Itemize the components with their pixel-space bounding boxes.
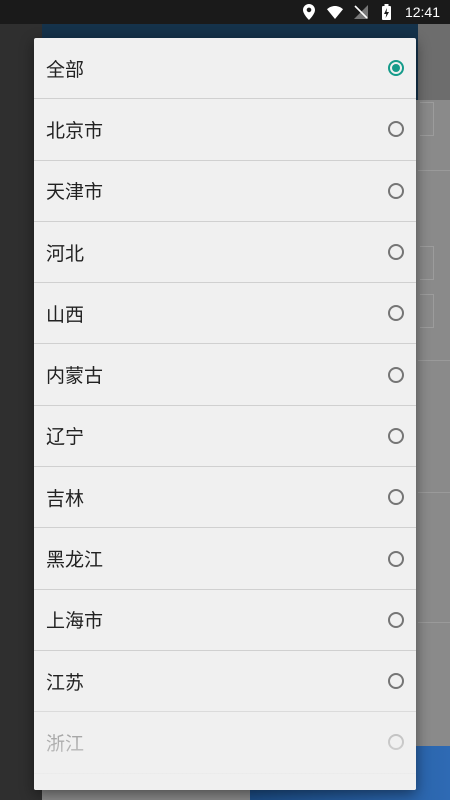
- option-label: 江苏: [46, 671, 85, 694]
- option-label: 北京市: [46, 119, 104, 142]
- option-label: 吉林: [46, 487, 85, 510]
- background-toolbar-edge: [418, 24, 450, 100]
- option-label: 黑龙江: [46, 549, 104, 572]
- radio-unchecked-icon[interactable]: [388, 366, 404, 383]
- radio-unchecked-icon[interactable]: [388, 673, 404, 690]
- background-field: [420, 246, 434, 280]
- location-icon: [301, 4, 317, 20]
- option-item[interactable]: 吉林: [34, 467, 416, 529]
- status-bar: 12:41: [0, 0, 450, 24]
- option-label: 辽宁: [46, 426, 85, 449]
- background-divider: [418, 622, 450, 623]
- option-item[interactable]: 山西: [34, 283, 416, 345]
- no-sim-icon: [353, 4, 369, 20]
- option-label: 上海市: [46, 610, 104, 633]
- wifi-icon: [326, 4, 343, 20]
- background-field: [420, 102, 434, 136]
- province-select-dialog: 全部北京市天津市河北山西内蒙古辽宁吉林黑龙江上海市江苏浙江: [34, 38, 416, 790]
- radio-unchecked-icon[interactable]: [388, 244, 404, 261]
- option-item[interactable]: 浙江: [34, 712, 416, 774]
- option-item[interactable]: 全部: [34, 38, 416, 100]
- radio-unchecked-icon[interactable]: [388, 550, 404, 567]
- option-label: 山西: [46, 303, 85, 326]
- option-item[interactable]: 上海市: [34, 590, 416, 651]
- background-divider: [418, 360, 450, 361]
- radio-unchecked-icon[interactable]: [388, 489, 404, 506]
- background-field: [420, 294, 434, 328]
- option-label: 河北: [46, 242, 85, 265]
- option-item[interactable]: 北京市: [34, 99, 416, 161]
- background-divider: [418, 170, 450, 171]
- option-list: 全部北京市天津市河北山西内蒙古辽宁吉林黑龙江上海市江苏浙江: [34, 38, 416, 774]
- option-item[interactable]: 河北: [34, 222, 416, 284]
- clock: 12:41: [404, 4, 440, 20]
- radio-unchecked-icon[interactable]: [388, 121, 404, 138]
- option-item[interactable]: 内蒙古: [34, 344, 416, 406]
- radio-unchecked-icon[interactable]: [388, 305, 404, 322]
- radio-unchecked-icon[interactable]: [388, 611, 404, 628]
- option-label: 内蒙古: [46, 365, 104, 388]
- battery-charging-icon: [379, 4, 395, 20]
- radio-unchecked-icon[interactable]: [388, 734, 404, 751]
- option-item[interactable]: 天津市: [34, 161, 416, 222]
- radio-checked-icon[interactable]: [388, 60, 404, 77]
- option-label: 天津市: [46, 181, 104, 204]
- background-divider: [418, 492, 450, 493]
- option-item[interactable]: 江苏: [34, 651, 416, 713]
- option-label: 全部: [46, 58, 85, 81]
- radio-unchecked-icon[interactable]: [388, 182, 404, 199]
- radio-unchecked-icon[interactable]: [388, 427, 404, 444]
- option-item[interactable]: 辽宁: [34, 406, 416, 468]
- option-label: 浙江: [46, 732, 85, 755]
- option-item[interactable]: 黑龙江: [34, 528, 416, 590]
